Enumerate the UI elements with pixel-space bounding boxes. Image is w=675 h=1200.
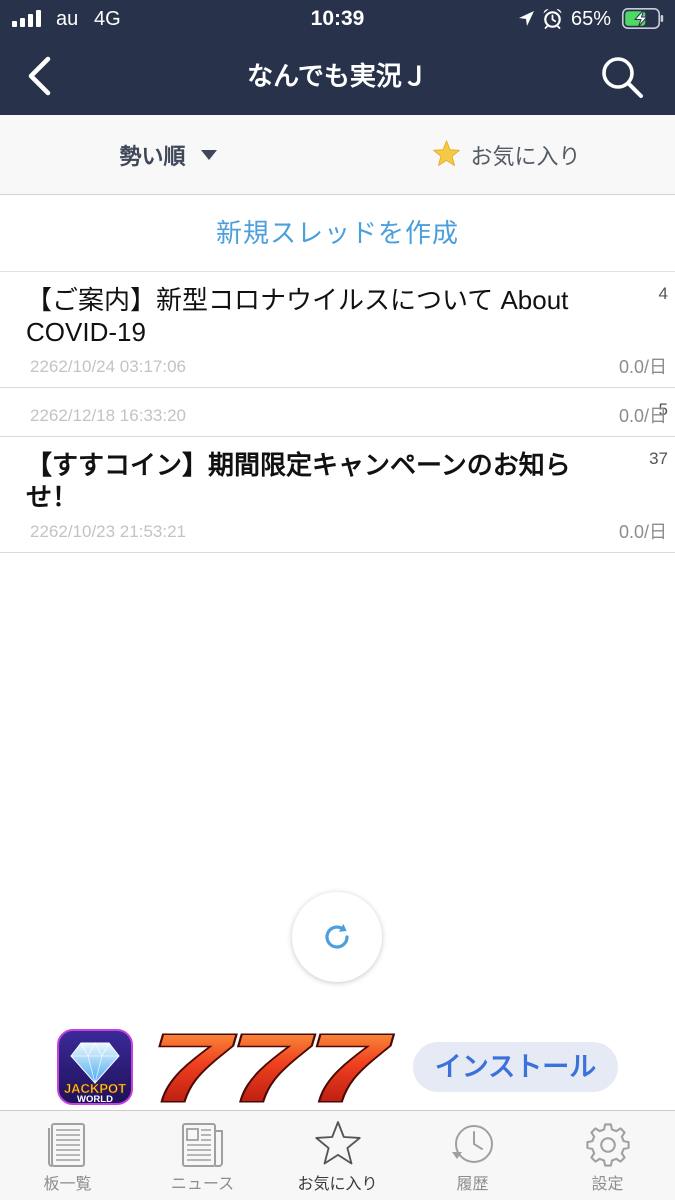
back-button[interactable] — [22, 55, 62, 97]
tab-bar: 板一覧 ニュース お気に入り 履歴 設定 — [0, 1110, 675, 1200]
nav-bar: なんでも実況Ｊ — [0, 38, 675, 115]
ad-banner[interactable]: JACKPOT WORLD 777 インストール — [0, 1022, 675, 1110]
refresh-button[interactable] — [292, 892, 382, 982]
thread-speed: 0.0/日 — [618, 522, 667, 542]
caret-down-icon — [200, 149, 217, 160]
thread-response-count: 4 — [658, 284, 668, 303]
location-arrow-icon — [519, 11, 534, 26]
thread-row[interactable]: 【ご案内】新型コロナウイルスについて About COVID-19 4 2262… — [0, 272, 675, 388]
create-thread-button[interactable]: 新規スレッドを作成 — [0, 195, 675, 272]
tab-label: 設定 — [591, 1176, 624, 1193]
install-button[interactable]: インストール — [413, 1042, 618, 1092]
tab-settings[interactable]: 設定 — [540, 1111, 675, 1200]
tab-news[interactable]: ニュース — [135, 1111, 270, 1200]
thread-list: 【ご案内】新型コロナウイルスについて About COVID-19 4 2262… — [0, 272, 675, 553]
tab-label: 履歴 — [456, 1176, 489, 1193]
ad-promo-777-graphic: 777 — [150, 1027, 396, 1107]
status-bar: au 4G 10:39 65% — [0, 0, 675, 38]
jackpot-world-app-icon[interactable]: JACKPOT WORLD — [57, 1029, 133, 1105]
tab-board-list[interactable]: 板一覧 — [0, 1111, 135, 1200]
tab-label: ニュース — [170, 1176, 235, 1193]
thread-row[interactable]: 5 2262/12/18 16:33:20 0.0/日 — [0, 388, 675, 437]
thread-date: 2262/10/24 03:17:06 — [30, 357, 186, 376]
thread-date: 2262/10/23 21:53:21 — [30, 522, 186, 541]
star-outline-icon — [315, 1121, 361, 1165]
favorites-filter-button[interactable]: お気に入り — [337, 115, 675, 194]
thread-date: 2262/12/18 16:33:20 — [30, 406, 186, 425]
sort-bar: 勢い順 お気に入り — [0, 115, 675, 195]
tab-label: お気に入り — [297, 1176, 378, 1193]
chevron-left-icon — [28, 56, 51, 96]
thread-row[interactable]: 【すすコイン】期間限定キャンペーンのお知らせ！ 37 2262/10/23 21… — [0, 437, 675, 553]
ad-promo-text: 777 — [151, 1027, 394, 1107]
battery-charging-icon — [622, 8, 664, 29]
gear-icon — [586, 1123, 630, 1167]
sort-order-label: 勢い順 — [119, 143, 186, 169]
star-icon — [433, 140, 461, 167]
alarm-icon — [543, 9, 562, 29]
refresh-icon — [325, 923, 349, 949]
battery-percent: 65% — [571, 8, 612, 30]
sort-order-dropdown[interactable]: 勢い順 — [0, 115, 337, 194]
app-icon-text-line2: WORLD — [77, 1094, 113, 1105]
history-clock-icon — [452, 1125, 493, 1163]
thread-response-count: 37 — [649, 449, 668, 468]
search-button[interactable] — [598, 53, 646, 101]
search-icon — [602, 57, 643, 98]
thread-title: 【ご案内】新型コロナウイルスについて About COVID-19 — [26, 285, 569, 347]
thread-title: 【すすコイン】期間限定キャンペーンのお知らせ！ — [26, 450, 571, 512]
tab-favorites[interactable]: お気に入り — [270, 1111, 405, 1200]
thread-speed: 0.0/日 — [618, 406, 667, 426]
news-icon — [182, 1123, 223, 1167]
thread-speed: 0.0/日 — [618, 357, 667, 377]
tab-history[interactable]: 履歴 — [405, 1111, 540, 1200]
thread-meta: 2262/10/23 21:53:21 0.0/日 — [26, 520, 667, 544]
favorites-filter-label: お気に入り — [470, 143, 581, 169]
thread-meta: 2262/12/18 16:33:20 0.0/日 — [26, 404, 667, 428]
board-list-icon — [48, 1123, 85, 1167]
tab-label: 板一覧 — [43, 1176, 92, 1193]
board-title: なんでも実況Ｊ — [247, 61, 428, 91]
thread-meta: 2262/10/24 03:17:06 0.0/日 — [26, 355, 667, 379]
